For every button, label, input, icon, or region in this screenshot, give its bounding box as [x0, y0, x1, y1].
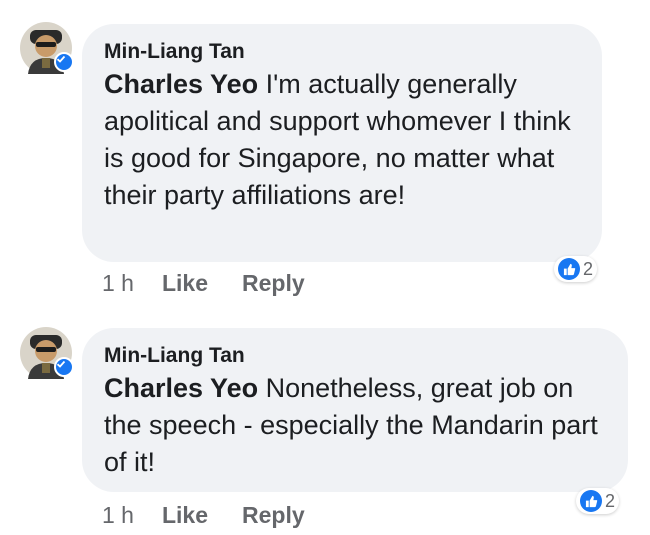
reaction-count: 2 [605, 490, 616, 511]
like-button[interactable]: Like [162, 502, 208, 529]
avatar[interactable] [20, 22, 74, 74]
like-button[interactable]: Like [162, 270, 208, 297]
timestamp-link[interactable]: 1 h [102, 270, 134, 297]
reaction-summary[interactable]: 2 [576, 488, 620, 514]
reply-button[interactable]: Reply [242, 270, 305, 297]
comment-actions: 1 h Like Reply [102, 270, 305, 297]
reaction-summary[interactable]: 2 [554, 256, 598, 282]
like-reaction-icon [580, 490, 602, 512]
mention-link[interactable]: Charles Yeo [104, 373, 258, 403]
like-reaction-icon [558, 258, 580, 280]
comment-author[interactable]: Min-Liang Tan [104, 38, 578, 66]
comment-author[interactable]: Min-Liang Tan [104, 342, 604, 370]
verified-badge-icon [54, 52, 74, 72]
comment-actions: 1 h Like Reply [102, 502, 305, 529]
timestamp-link[interactable]: 1 h [102, 502, 134, 529]
comment-bubble: Min-Liang Tan Charles Yeo Nonetheless, g… [82, 328, 628, 492]
verified-badge-icon [54, 357, 74, 377]
comment-text: Charles Yeo I'm actually generally apoli… [104, 66, 578, 214]
comment-bubble: Min-Liang Tan Charles Yeo I'm actually g… [82, 24, 602, 262]
avatar[interactable] [20, 327, 74, 379]
reply-button[interactable]: Reply [242, 502, 305, 529]
reaction-count: 2 [583, 258, 594, 279]
mention-link[interactable]: Charles Yeo [104, 69, 258, 99]
comment-text: Charles Yeo Nonetheless, great job on th… [104, 370, 604, 481]
